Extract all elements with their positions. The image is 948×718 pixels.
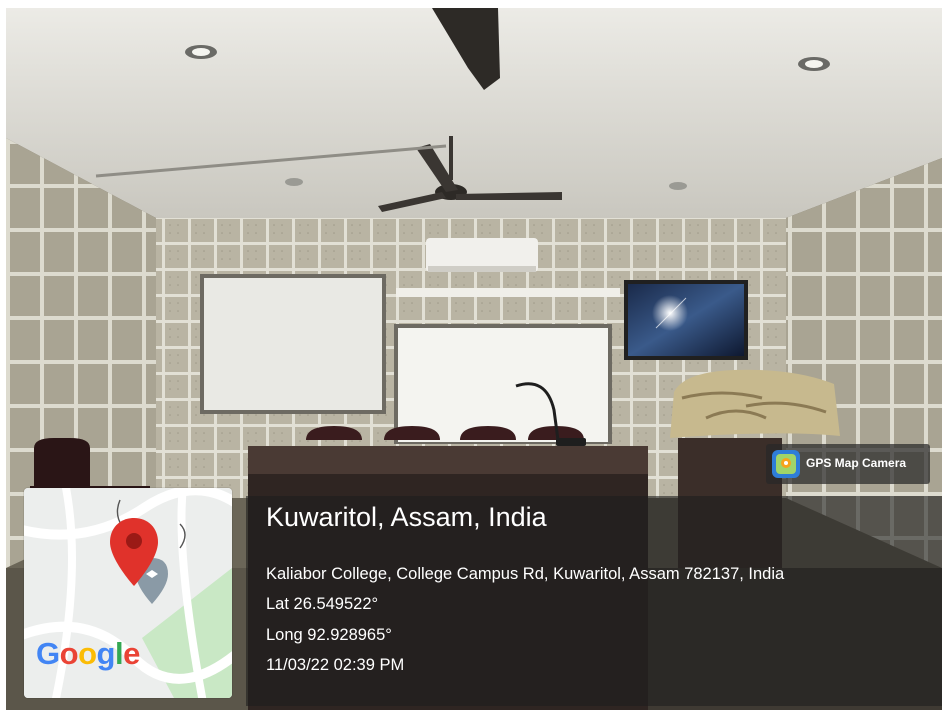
gps-map-camera-icon: [772, 450, 800, 478]
gps-map-camera-badge: GPS Map Camera: [766, 444, 930, 484]
latitude-text: Lat 26.549522°: [266, 595, 379, 613]
google-logo: Google: [36, 636, 140, 671]
address-text: Kaliabor College, College Campus Rd, Kuw…: [266, 565, 785, 583]
longitude-text: Long 92.928965°: [266, 626, 392, 644]
datetime-text: 11/03/22 02:39 PM: [266, 656, 405, 674]
map-pin-icon: [110, 518, 158, 586]
badge-label: GPS Map Camera: [806, 456, 907, 470]
place-title: Kuwaritol, Assam, India: [266, 502, 547, 532]
map-thumbnail: Google: [24, 488, 232, 698]
